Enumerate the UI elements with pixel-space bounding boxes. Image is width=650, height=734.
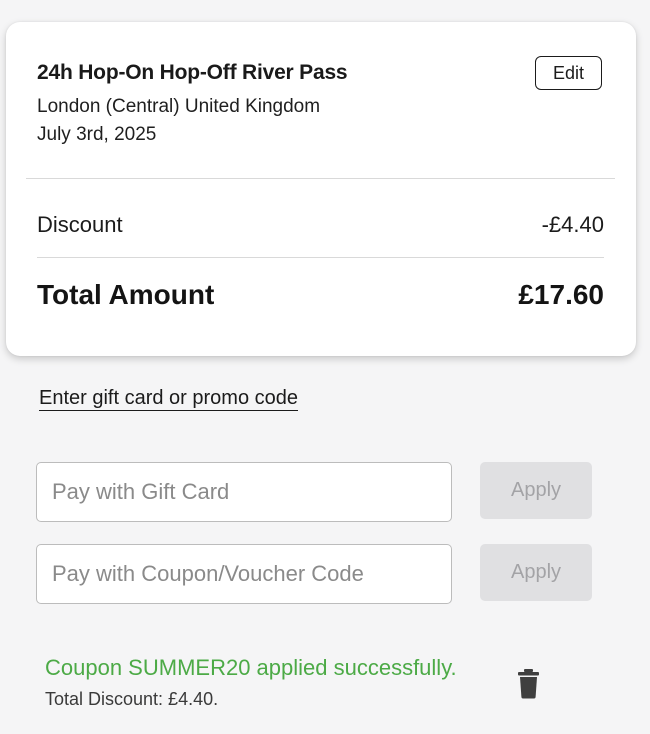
total-amount-value: £17.60 bbox=[518, 279, 604, 310]
coupon-success-message: Coupon SUMMER20 applied successfully. bbox=[45, 655, 457, 680]
remove-coupon-button[interactable] bbox=[515, 668, 542, 699]
cropped-heading-fragment bbox=[0, 0, 650, 4]
coupon-code-input[interactable] bbox=[36, 544, 452, 604]
total-discount-note: Total Discount: £4.40. bbox=[45, 689, 219, 709]
promo-code-link[interactable]: Enter gift card or promo code bbox=[39, 387, 299, 411]
product-title: 24h Hop-On Hop-Off River Pass bbox=[37, 61, 348, 84]
edit-button[interactable]: Edit bbox=[535, 56, 602, 90]
totals-divider bbox=[37, 257, 604, 258]
booking-date: July 3rd, 2025 bbox=[37, 124, 157, 145]
gift-card-input[interactable] bbox=[36, 462, 452, 522]
discount-value: -£4.40 bbox=[541, 212, 604, 237]
total-amount-label: Total Amount bbox=[37, 279, 215, 310]
apply-coupon-button[interactable]: Apply bbox=[480, 544, 592, 601]
discount-label: Discount bbox=[37, 212, 123, 237]
details-divider bbox=[26, 178, 615, 179]
apply-gift-card-button[interactable]: Apply bbox=[480, 462, 592, 519]
order-summary-card: 24h Hop-On Hop-Off River Pass London (Ce… bbox=[6, 22, 636, 356]
product-location: London (Central) United Kingdom bbox=[37, 96, 321, 117]
trash-icon bbox=[518, 669, 539, 699]
